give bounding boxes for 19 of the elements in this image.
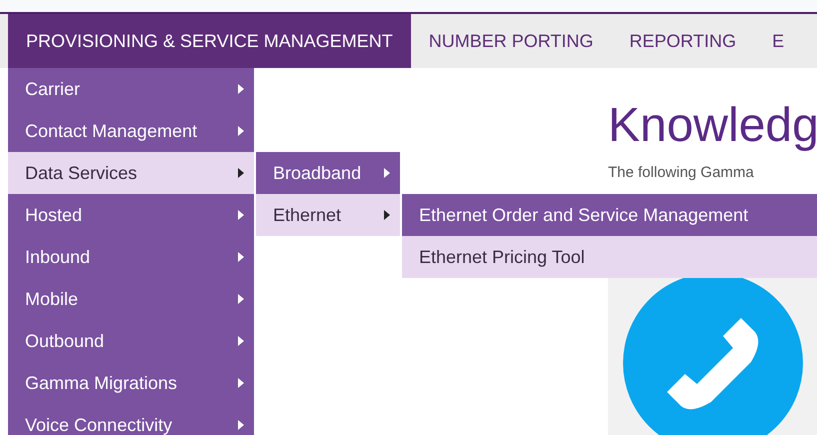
nav-tab[interactable]: NUMBER PORTING <box>410 14 612 68</box>
menu-item[interactable]: Carrier <box>8 68 254 110</box>
intro-text: The following Gamma <box>608 164 755 181</box>
menu-item[interactable]: Ethernet Pricing Tool <box>402 236 817 278</box>
menu-item[interactable]: Inbound <box>8 236 254 278</box>
menu-item[interactable]: Data Services <box>8 152 254 194</box>
nav-tab[interactable]: REPORTING <box>611 14 754 68</box>
menu-item[interactable]: Gamma Migrations <box>8 362 254 404</box>
menu-item[interactable]: Outbound <box>8 320 254 362</box>
page-heading: Knowledg <box>608 98 817 154</box>
menu-item[interactable]: Broadband <box>256 152 400 194</box>
menu-item[interactable]: Mobile <box>8 278 254 320</box>
menu-item[interactable]: Voice Connectivity <box>8 404 254 435</box>
menu-item[interactable]: Contact Management <box>8 110 254 152</box>
nav-tab[interactable]: E <box>754 14 802 68</box>
nav-tab[interactable]: PROVISIONING & SERVICE MANAGEMENT <box>8 14 411 68</box>
menu-item[interactable]: Ethernet Order and Service Management <box>402 194 817 236</box>
menu-item[interactable]: Hosted <box>8 194 254 236</box>
menu-item[interactable]: Ethernet <box>256 194 400 236</box>
